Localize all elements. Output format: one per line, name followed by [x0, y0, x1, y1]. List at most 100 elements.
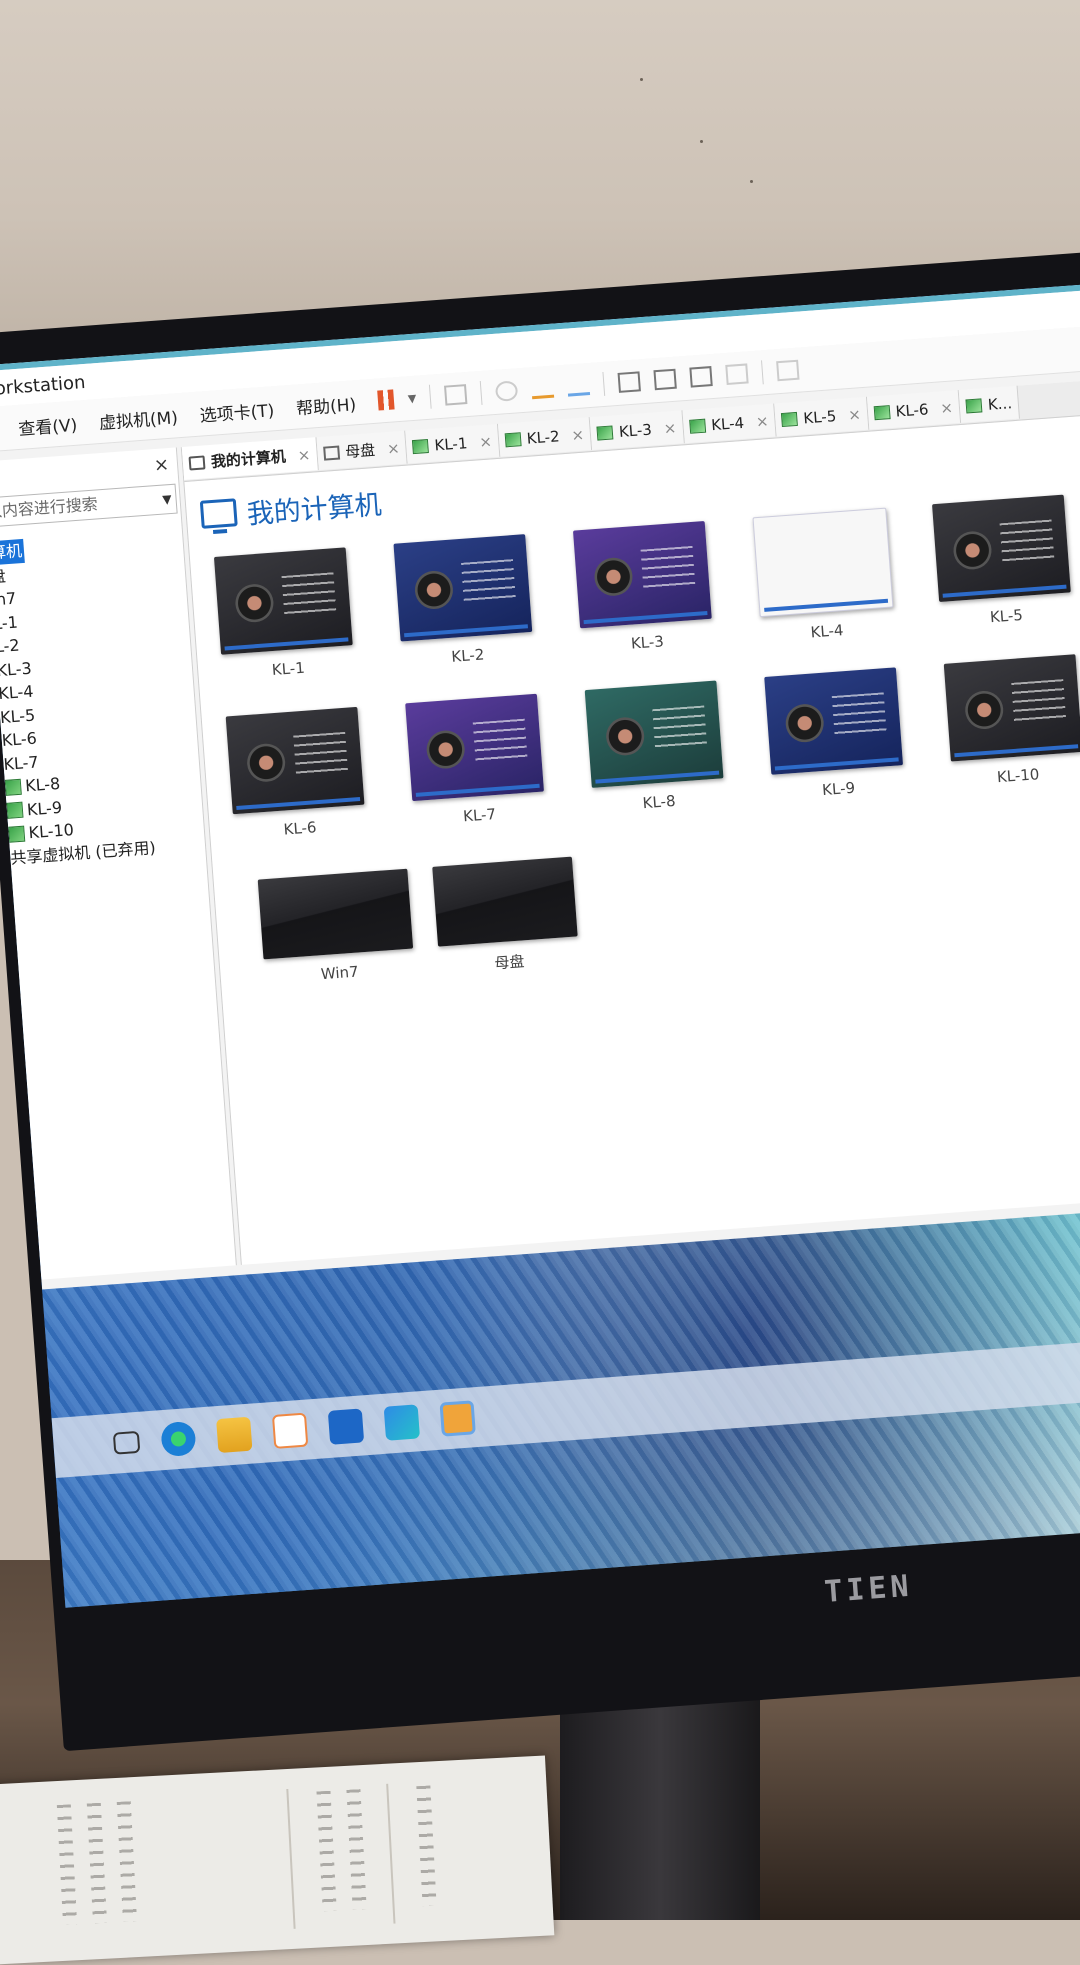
- vm-thumbnail-win7[interactable]: Win7: [257, 868, 416, 988]
- window-title: Workstation: [0, 371, 87, 401]
- paper-text: [56, 1804, 78, 1925]
- vm-screen-preview: [943, 654, 1080, 762]
- close-tab-icon[interactable]: ×: [940, 398, 954, 417]
- tab-kl-3[interactable]: KL-3 ×: [589, 410, 685, 451]
- vm-thumbnail-kl-7[interactable]: KL-7: [405, 693, 546, 829]
- vm-label: KL-6: [282, 818, 318, 839]
- vm-screen-preview: [405, 693, 544, 802]
- snapshot-icon[interactable]: [495, 380, 519, 402]
- wall-spot: [700, 140, 703, 143]
- vm-label: KL-4: [809, 621, 845, 642]
- close-tab-icon[interactable]: ×: [571, 425, 585, 444]
- vm-thumbnail-kl-3[interactable]: KL-3: [572, 520, 714, 656]
- app-icon[interactable]: [383, 1404, 421, 1441]
- vm-screen-preview: [225, 706, 365, 815]
- vm-label: KL-7: [462, 805, 497, 826]
- vm-label: KL-9: [821, 778, 856, 800]
- chevron-down-icon[interactable]: ▼: [407, 391, 416, 405]
- vm-icon: [4, 778, 22, 796]
- send-keys-icon[interactable]: [444, 384, 468, 406]
- close-tab-icon[interactable]: ×: [755, 412, 769, 431]
- task-view-icon[interactable]: [112, 1430, 141, 1455]
- outlook-icon[interactable]: [327, 1408, 365, 1445]
- thumbnail-bar-icon[interactable]: [653, 368, 678, 391]
- library-search-input[interactable]: 入内容进行搜索 ▼: [0, 483, 178, 528]
- vm-thumbnail-kl-8[interactable]: KL-8: [584, 680, 726, 816]
- toolbar-separator: [761, 360, 765, 385]
- menu-vm[interactable]: 虚拟机(M): [98, 403, 178, 434]
- computer-icon: [188, 454, 206, 471]
- monitor: TIEN Workstation E) 查看(V) 虚拟机(M) 选项卡(T) …: [0, 247, 1080, 1752]
- paper-text: [86, 1802, 108, 1924]
- vm-screen-preview: [764, 667, 904, 775]
- vm-screen-preview: [572, 520, 712, 629]
- vm-label: KL-10: [996, 765, 1040, 787]
- tab-master-disk[interactable]: 母盘 ×: [316, 430, 408, 471]
- chevron-down-icon[interactable]: ▼: [161, 485, 172, 514]
- vm-label: Win7: [320, 962, 360, 984]
- vm-icon: [873, 404, 891, 420]
- vm-label: KL-8: [642, 791, 677, 813]
- tab-label: 母盘: [344, 440, 376, 462]
- vm-thumbnail-kl-1[interactable]: KL-1: [213, 547, 355, 682]
- vm-icon: [412, 438, 430, 454]
- tab-kl-2[interactable]: KL-2 ×: [497, 417, 593, 457]
- close-tab-icon[interactable]: ×: [848, 405, 862, 424]
- tab-label: KL-1: [433, 433, 468, 455]
- vm-thumbnail-master-disk[interactable]: 母盘: [432, 856, 580, 978]
- vmware-icon[interactable]: [439, 1400, 476, 1437]
- vm-icon: [965, 397, 983, 414]
- vm-thumbnail-kl-6[interactable]: KL-6: [225, 706, 367, 842]
- vm-screen-preview: [393, 534, 533, 642]
- toolbar-separator: [602, 371, 606, 396]
- close-icon[interactable]: ×: [153, 454, 170, 476]
- snapshot-manager-icon[interactable]: [567, 375, 591, 397]
- revert-snapshot-icon[interactable]: [531, 377, 555, 400]
- close-tab-icon[interactable]: ×: [297, 445, 311, 464]
- main-content: 我的计算机 × 母盘 × KL-1 × KL-2 × KL-3 × KL-4 × KL-5 ×…: [180, 376, 1080, 1265]
- close-tab-icon[interactable]: ×: [386, 439, 400, 458]
- library-tree: 算机 盘 in7 L-1 L-2 KL-3 KL-4 KL-5 KL-6 KL-…: [0, 531, 156, 870]
- file-explorer-icon[interactable]: [216, 1416, 253, 1454]
- tab-kl-6[interactable]: KL-6 ×: [866, 390, 962, 430]
- desktop: Workstation E) 查看(V) 虚拟机(M) 选项卡(T) 帮助(H)…: [0, 280, 1080, 1608]
- tab-kl-4[interactable]: KL-4 ×: [682, 403, 777, 444]
- show-library-icon[interactable]: [617, 371, 642, 393]
- tab-kl-1[interactable]: KL-1 ×: [405, 423, 501, 464]
- paper-document: [0, 1755, 555, 1965]
- tab-kl-5[interactable]: KL-5 ×: [774, 396, 869, 437]
- close-tab-icon[interactable]: ×: [663, 418, 677, 437]
- vm-screen-preview: [213, 547, 353, 655]
- paper-text: [116, 1801, 138, 1922]
- vm-label: 母盘: [493, 952, 526, 973]
- unity-icon[interactable]: [725, 363, 750, 385]
- edge-icon[interactable]: [160, 1420, 197, 1458]
- paper-rule: [286, 1788, 296, 1929]
- vm-thumbnail-kl-5[interactable]: KL-5: [932, 494, 1073, 630]
- console-icon[interactable]: [776, 359, 800, 382]
- full-screen-icon[interactable]: [689, 366, 714, 388]
- computer-icon: [199, 498, 238, 529]
- vm-label: KL-2: [450, 645, 485, 666]
- vm-thumbnail-kl-9[interactable]: KL-9: [764, 667, 905, 802]
- menu-tabs[interactable]: 选项卡(T): [199, 396, 275, 426]
- monitor-brand: TIEN: [823, 1568, 914, 1611]
- vm-thumbnail-kl-4[interactable]: KL-4: [752, 507, 894, 645]
- tab-overflow[interactable]: K...: [958, 385, 1021, 423]
- pause-icon[interactable]: [377, 389, 395, 411]
- close-tab-icon[interactable]: ×: [479, 432, 493, 451]
- store-icon[interactable]: [271, 1412, 309, 1449]
- tab-label: KL-3: [618, 420, 653, 441]
- vm-icon: [780, 411, 798, 427]
- menu-help[interactable]: 帮助(H): [295, 390, 356, 419]
- toolbar-separator: [480, 380, 483, 405]
- paper-rule: [386, 1783, 396, 1924]
- vm-thumbnail-kl-2[interactable]: KL-2: [393, 534, 534, 669]
- vm-thumbnail-kl-10[interactable]: KL-10: [943, 654, 1080, 789]
- tab-my-computer[interactable]: 我的计算机 ×: [181, 437, 319, 480]
- vm-screen-preview: [257, 868, 414, 960]
- tab-label: KL-6: [894, 399, 930, 421]
- wall-spot: [640, 78, 643, 81]
- menu-view[interactable]: 查看(V): [17, 410, 78, 439]
- vm-screen-preview: [432, 856, 578, 947]
